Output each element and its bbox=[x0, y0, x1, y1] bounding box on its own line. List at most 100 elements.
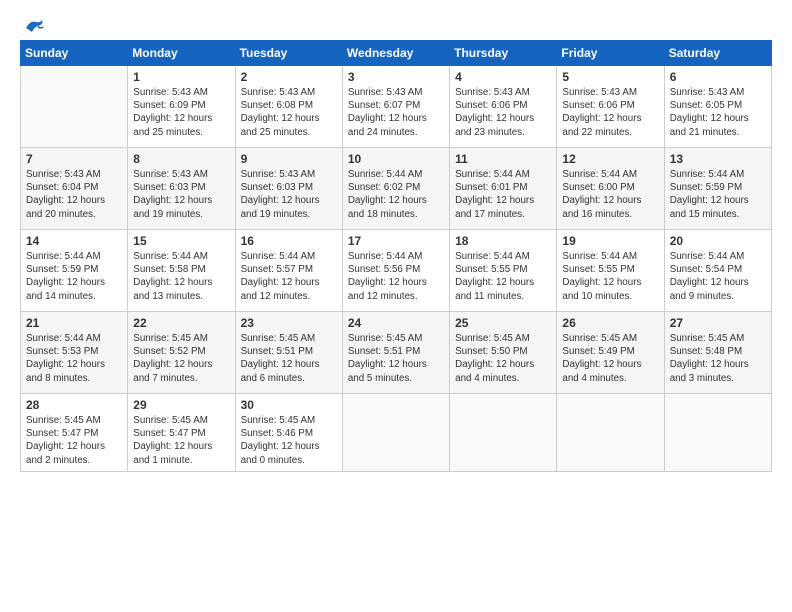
week-row-3: 14 Sunrise: 5:44 AM Sunset: 5:59 PM Dayli… bbox=[21, 230, 772, 312]
col-header-sunday: Sunday bbox=[21, 41, 128, 66]
calendar-cell: 19Sunrise: 5:44 AM Sunset: 5:55 PM Dayli… bbox=[557, 230, 664, 312]
day-info: Sunrise: 5:43 AM Sunset: 6:09 PM Dayligh… bbox=[133, 86, 229, 139]
day-info: Sunrise: 5:44 AM Sunset: 5:53 PM Dayligh… bbox=[26, 332, 122, 385]
day-info: Sunrise: 5:44 AM Sunset: 5:56 PM Dayligh… bbox=[348, 250, 444, 303]
header bbox=[20, 18, 772, 32]
calendar-cell: 22Sunrise: 5:45 AM Sunset: 5:52 PM Dayli… bbox=[128, 312, 235, 394]
day-number: 7 bbox=[26, 152, 122, 166]
calendar-cell: 23 Sunrise: 5:45 AM Sunset: 5:51 PM Dayli… bbox=[235, 312, 342, 394]
col-header-monday: Monday bbox=[128, 41, 235, 66]
day-number: 11 bbox=[455, 152, 551, 166]
day-info: Sunrise: 5:45 AM Sunset: 5:49 PM Dayligh… bbox=[562, 332, 658, 385]
day-info: Sunrise: 5:44 AM Sunset: 5:55 PM Dayligh… bbox=[455, 250, 551, 303]
week-row-1: 1 Sunrise: 5:43 AM Sunset: 6:09 PM Daylig… bbox=[21, 66, 772, 148]
day-number: 25 bbox=[455, 316, 551, 330]
day-number: 30 bbox=[241, 398, 337, 412]
calendar-cell: 29Sunrise: 5:45 AM Sunset: 5:47 PM Dayli… bbox=[128, 394, 235, 472]
calendar-cell: 30 Sunrise: 5:45 AM Sunset: 5:46 PM Dayli… bbox=[235, 394, 342, 472]
day-info: Sunrise: 5:43 AM Sunset: 6:03 PM Dayligh… bbox=[133, 168, 229, 221]
day-info: Sunrise: 5:45 AM Sunset: 5:47 PM Dayligh… bbox=[26, 414, 122, 467]
day-info: Sunrise: 5:44 AM Sunset: 6:02 PM Dayligh… bbox=[348, 168, 444, 221]
calendar-cell: 14 Sunrise: 5:44 AM Sunset: 5:59 PM Dayli… bbox=[21, 230, 128, 312]
calendar-cell: 10 Sunrise: 5:44 AM Sunset: 6:02 PM Dayli… bbox=[342, 148, 449, 230]
day-number: 22 bbox=[133, 316, 229, 330]
calendar-cell: 16 Sunrise: 5:44 AM Sunset: 5:57 PM Dayli… bbox=[235, 230, 342, 312]
calendar-cell: 18Sunrise: 5:44 AM Sunset: 5:55 PM Dayli… bbox=[450, 230, 557, 312]
calendar-cell: 8 Sunrise: 5:43 AM Sunset: 6:03 PM Daylig… bbox=[128, 148, 235, 230]
day-number: 15 bbox=[133, 234, 229, 248]
day-number: 26 bbox=[562, 316, 658, 330]
col-header-thursday: Thursday bbox=[450, 41, 557, 66]
day-number: 5 bbox=[562, 70, 658, 84]
calendar-cell: 26 Sunrise: 5:45 AM Sunset: 5:49 PM Dayli… bbox=[557, 312, 664, 394]
week-row-2: 7 Sunrise: 5:43 AM Sunset: 6:04 PM Daylig… bbox=[21, 148, 772, 230]
day-number: 28 bbox=[26, 398, 122, 412]
calendar-cell bbox=[342, 394, 449, 472]
col-header-wednesday: Wednesday bbox=[342, 41, 449, 66]
day-number: 6 bbox=[670, 70, 766, 84]
calendar-cell: 4Sunrise: 5:43 AM Sunset: 6:06 PM Daylig… bbox=[450, 66, 557, 148]
day-number: 3 bbox=[348, 70, 444, 84]
col-header-tuesday: Tuesday bbox=[235, 41, 342, 66]
calendar-cell: 9Sunrise: 5:43 AM Sunset: 6:03 PM Daylig… bbox=[235, 148, 342, 230]
calendar-cell bbox=[450, 394, 557, 472]
day-number: 8 bbox=[133, 152, 229, 166]
calendar-cell: 25 Sunrise: 5:45 AM Sunset: 5:50 PM Dayli… bbox=[450, 312, 557, 394]
day-number: 21 bbox=[26, 316, 122, 330]
day-number: 1 bbox=[133, 70, 229, 84]
day-number: 2 bbox=[241, 70, 337, 84]
calendar-cell: 6 Sunrise: 5:43 AM Sunset: 6:05 PM Daylig… bbox=[664, 66, 771, 148]
day-info: Sunrise: 5:44 AM Sunset: 5:59 PM Dayligh… bbox=[670, 168, 766, 221]
calendar-cell: 1 Sunrise: 5:43 AM Sunset: 6:09 PM Daylig… bbox=[128, 66, 235, 148]
day-number: 10 bbox=[348, 152, 444, 166]
calendar-cell: 21 Sunrise: 5:44 AM Sunset: 5:53 PM Dayli… bbox=[21, 312, 128, 394]
day-info: Sunrise: 5:45 AM Sunset: 5:46 PM Dayligh… bbox=[241, 414, 337, 467]
day-number: 20 bbox=[670, 234, 766, 248]
day-info: Sunrise: 5:44 AM Sunset: 5:59 PM Dayligh… bbox=[26, 250, 122, 303]
day-info: Sunrise: 5:44 AM Sunset: 5:54 PM Dayligh… bbox=[670, 250, 766, 303]
day-info: Sunrise: 5:44 AM Sunset: 6:01 PM Dayligh… bbox=[455, 168, 551, 221]
calendar-cell bbox=[557, 394, 664, 472]
day-number: 24 bbox=[348, 316, 444, 330]
calendar-cell: 28 Sunrise: 5:45 AM Sunset: 5:47 PM Dayli… bbox=[21, 394, 128, 472]
day-info: Sunrise: 5:43 AM Sunset: 6:08 PM Dayligh… bbox=[241, 86, 337, 139]
calendar-cell: 12Sunrise: 5:44 AM Sunset: 6:00 PM Dayli… bbox=[557, 148, 664, 230]
calendar-cell bbox=[21, 66, 128, 148]
day-info: Sunrise: 5:44 AM Sunset: 5:57 PM Dayligh… bbox=[241, 250, 337, 303]
calendar-cell: 3Sunrise: 5:43 AM Sunset: 6:07 PM Daylig… bbox=[342, 66, 449, 148]
day-info: Sunrise: 5:43 AM Sunset: 6:05 PM Dayligh… bbox=[670, 86, 766, 139]
week-row-5: 28 Sunrise: 5:45 AM Sunset: 5:47 PM Dayli… bbox=[21, 394, 772, 472]
day-number: 17 bbox=[348, 234, 444, 248]
day-number: 13 bbox=[670, 152, 766, 166]
day-info: Sunrise: 5:45 AM Sunset: 5:50 PM Dayligh… bbox=[455, 332, 551, 385]
day-info: Sunrise: 5:45 AM Sunset: 5:47 PM Dayligh… bbox=[133, 414, 229, 467]
day-number: 16 bbox=[241, 234, 337, 248]
calendar-cell: 20 Sunrise: 5:44 AM Sunset: 5:54 PM Dayli… bbox=[664, 230, 771, 312]
logo bbox=[20, 18, 46, 32]
day-number: 14 bbox=[26, 234, 122, 248]
day-number: 9 bbox=[241, 152, 337, 166]
calendar-cell bbox=[664, 394, 771, 472]
day-info: Sunrise: 5:45 AM Sunset: 5:51 PM Dayligh… bbox=[348, 332, 444, 385]
day-info: Sunrise: 5:45 AM Sunset: 5:48 PM Dayligh… bbox=[670, 332, 766, 385]
day-info: Sunrise: 5:44 AM Sunset: 5:58 PM Dayligh… bbox=[133, 250, 229, 303]
day-number: 12 bbox=[562, 152, 658, 166]
day-info: Sunrise: 5:45 AM Sunset: 5:51 PM Dayligh… bbox=[241, 332, 337, 385]
calendar-cell: 2 Sunrise: 5:43 AM Sunset: 6:08 PM Daylig… bbox=[235, 66, 342, 148]
day-info: Sunrise: 5:43 AM Sunset: 6:06 PM Dayligh… bbox=[455, 86, 551, 139]
day-number: 23 bbox=[241, 316, 337, 330]
calendar-cell: 15 Sunrise: 5:44 AM Sunset: 5:58 PM Dayli… bbox=[128, 230, 235, 312]
col-header-friday: Friday bbox=[557, 41, 664, 66]
day-number: 27 bbox=[670, 316, 766, 330]
calendar-table: SundayMondayTuesdayWednesdayThursdayFrid… bbox=[20, 40, 772, 472]
calendar-cell: 13 Sunrise: 5:44 AM Sunset: 5:59 PM Dayli… bbox=[664, 148, 771, 230]
day-info: Sunrise: 5:43 AM Sunset: 6:04 PM Dayligh… bbox=[26, 168, 122, 221]
col-header-saturday: Saturday bbox=[664, 41, 771, 66]
calendar-cell: 7 Sunrise: 5:43 AM Sunset: 6:04 PM Daylig… bbox=[21, 148, 128, 230]
calendar-cell: 17 Sunrise: 5:44 AM Sunset: 5:56 PM Dayli… bbox=[342, 230, 449, 312]
header-row: SundayMondayTuesdayWednesdayThursdayFrid… bbox=[21, 41, 772, 66]
day-number: 19 bbox=[562, 234, 658, 248]
calendar-cell: 24 Sunrise: 5:45 AM Sunset: 5:51 PM Dayli… bbox=[342, 312, 449, 394]
page: SundayMondayTuesdayWednesdayThursdayFrid… bbox=[0, 0, 792, 612]
calendar-cell: 11 Sunrise: 5:44 AM Sunset: 6:01 PM Dayli… bbox=[450, 148, 557, 230]
